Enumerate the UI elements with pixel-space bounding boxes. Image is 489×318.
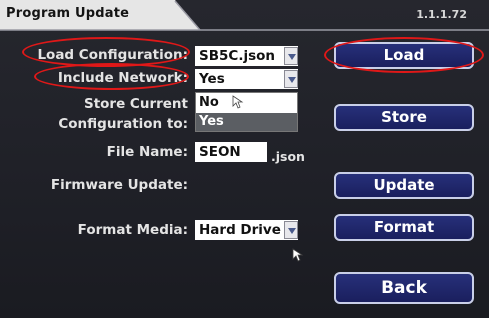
option-yes[interactable]: Yes (196, 113, 297, 131)
format-media-dropdown-icon[interactable] (284, 221, 298, 239)
file-name-input[interactable]: SEON (195, 142, 267, 162)
format-media-select[interactable]: Hard Drive (195, 220, 298, 240)
include-network-value: Yes (199, 71, 225, 87)
store-button[interactable]: Store (334, 104, 474, 131)
load-configuration-select[interactable]: SB5C.json (195, 46, 298, 66)
file-name-label: File Name: (106, 144, 188, 160)
store-current-label: Store Current (83, 96, 188, 112)
load-configuration-value: SB5C.json (199, 48, 275, 64)
format-media-value: Hard Drive (199, 222, 281, 238)
option-no[interactable]: No (196, 94, 297, 112)
back-button[interactable]: Back (334, 272, 474, 304)
cursor-arrow-icon (232, 95, 244, 109)
load-configuration-dropdown-icon[interactable] (284, 47, 298, 65)
load-configuration-label: Load Configuration: (37, 47, 188, 63)
file-name-value: SEON (199, 144, 241, 160)
include-network-dropdown-icon[interactable] (284, 70, 298, 88)
update-button[interactable]: Update (334, 172, 474, 199)
format-media-label: Format Media: (77, 222, 188, 238)
header-bar: Program Update 1.1.1.72 (0, 0, 489, 34)
page-title: Program Update (6, 6, 130, 21)
store-configuration-to-label: Configuration to: (58, 116, 188, 132)
cursor-arrow-icon (292, 248, 304, 262)
include-network-select[interactable]: Yes (195, 69, 298, 89)
file-extension-label: .json (271, 149, 305, 164)
include-network-options-menu: No Yes (195, 92, 298, 132)
program-update-screen: Program Update 1.1.1.72 Load Configurati… (0, 0, 489, 318)
include-network-label: Include Network: (57, 70, 188, 86)
firmware-update-label: Firmware Update: (50, 177, 188, 193)
format-button[interactable]: Format (334, 214, 474, 241)
version-label: 1.1.1.72 (416, 8, 467, 21)
load-button[interactable]: Load (334, 42, 474, 69)
